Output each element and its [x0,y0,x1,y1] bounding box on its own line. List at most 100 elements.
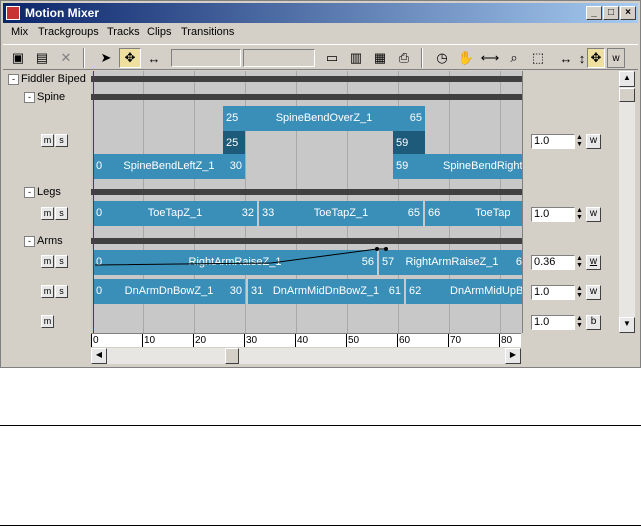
arms1-solo-button[interactable]: s [55,255,68,268]
arms1-weight-curve-button[interactable]: w [586,255,601,270]
move-small-icon[interactable]: ✥ [587,48,605,68]
clip-spine-transition-b[interactable]: 59 [393,131,425,156]
app-icon [6,6,20,20]
arms1-weight-spinner[interactable]: ▲ ▼ [575,255,584,270]
zoom-range-icon[interactable]: ⟷ [479,48,501,68]
ruler-tick: 40 [295,334,309,347]
clip-dn-arm-mid-up-bow[interactable]: 62 DnArmMidUpBo [406,279,522,304]
clip-name: ToeTap [475,207,511,219]
edit-icon[interactable]: ▥ [345,48,367,68]
scroll-up-icon[interactable]: ▲ [619,71,635,87]
clip-spine-bend-left[interactable]: 0 SpineBendLeftZ_1 30 [93,154,245,179]
ruler-tick: 0 [91,334,99,347]
arms2-weight-curve-button[interactable]: w [586,285,601,300]
spine-weight-curve-button[interactable]: w [586,134,601,149]
clip-name: SpineBendLeftZ_1 [123,160,215,172]
bottom-weight-spinner[interactable]: ▲ ▼ [575,315,584,330]
spine-collapse-button[interactable]: - [24,92,35,103]
bottom-balance-button[interactable]: b [586,315,601,330]
spine-solo-button[interactable]: s [55,134,68,147]
vertical-scrollbar[interactable]: ▲ ▼ [619,71,635,333]
move-icon[interactable]: ✥ [119,48,141,68]
ruler-tick: 70 [448,334,462,347]
scale-range-icon[interactable]: ↔ [143,48,165,68]
horizontal-scroll-thumb[interactable] [225,348,239,364]
biped-collapse-button[interactable]: - [8,74,19,85]
zoom-icon[interactable]: ⌕ [503,48,525,68]
pointer-arrow-icon[interactable]: ➤ [95,48,117,68]
legs-weight-spinner[interactable]: ▲ ▼ [575,207,584,222]
bottom-mute-button[interactable]: m [41,315,54,328]
toolbar: ▣ ▤ ✕ ➤ ✥ ↔ ▭ ▥ ▦ ⎙ ◷ ✋ ⟷ ⌕ ⬚ ↔ ↕ ✥ w [3,44,638,70]
menu-mix[interactable]: Mix [11,26,28,38]
menu-clips[interactable]: Clips [147,26,171,38]
clip-start: 59 [396,137,409,149]
track-icon[interactable]: ▭ [321,48,343,68]
clip-dn-arm-dn-bow[interactable]: 0 DnArmDnBowZ_1 30 [93,279,245,304]
vertical-scroll-thumb[interactable] [619,88,635,102]
clock-icon[interactable]: ◷ [431,48,453,68]
clip-start: 59 [396,160,409,172]
clip-spine-bend-right[interactable]: 59 SpineBendRight [393,154,522,179]
arms2-weight-field[interactable]: 1.0 [531,285,575,300]
delete-x-icon[interactable]: ✕ [55,48,77,68]
spine-weight-field[interactable]: 1.0 [531,134,575,149]
ruler-tick: 30 [244,334,258,347]
bottom-weight-field[interactable]: 1.0 [531,315,575,330]
spine-weight-spinner[interactable]: ▲ ▼ [575,134,584,149]
weights-panel: 1.0 ▲ ▼ w 1.0 ▲ ▼ w 0.36 ▲ ▼ w 1.0 ▲ ▼ w 1.0… [523,71,619,333]
clip-name: SpineBendOverZ_1 [275,112,373,124]
horizontal-scrollbar[interactable]: ◀ ▶ [91,348,521,364]
print-icon[interactable]: ⎙ [393,48,415,68]
ruler-tick: 80 [499,334,513,347]
hand-pan-icon[interactable]: ✋ [455,48,477,68]
scroll-right-icon[interactable]: ▶ [505,348,521,364]
spine-range-bar [91,94,522,100]
time-slider-line[interactable] [93,71,94,333]
maximize-button[interactable]: □ [603,6,619,20]
arms1-weight-field[interactable]: 0.36 [531,255,575,270]
clip-toe-tap-3[interactable]: 66 ToeTap [425,201,522,226]
arms-label: Arms [37,235,63,247]
arms2-mute-button[interactable]: m [41,285,54,298]
clip-name: DnArmMidDnBowZ_1 [272,285,380,297]
clip-spine-bend-over[interactable]: 25 SpineBendOverZ_1 65 [223,106,425,131]
timeline-canvas[interactable]: 25 SpineBendOverZ_1 65 25 59 0 SpineBend… [91,71,523,333]
arms-collapse-button[interactable]: - [24,236,35,247]
motion-mixer-window: Motion Mixer _ □ × Mix Trackgroups Track… [0,0,641,368]
snapshot-icon[interactable]: ▣ [7,48,29,68]
legs-solo-button[interactable]: s [55,207,68,220]
menu-transitions[interactable]: Transitions [181,26,234,38]
frame-field-a[interactable] [171,49,241,67]
clip-dn-arm-mid-dn-bow[interactable]: 31 DnArmMidDnBowZ_1 61 [248,279,404,304]
clip-toe-tap-2[interactable]: 33 ToeTapZ_1 65 [259,201,423,226]
arms1-mute-button[interactable]: m [41,255,54,268]
spine-mute-button[interactable]: m [41,134,54,147]
legs-weight-curve-button[interactable]: w [586,207,601,222]
menu-trackgroups[interactable]: Trackgroups [38,26,99,38]
scroll-left-icon[interactable]: ◀ [91,348,107,364]
film-icon[interactable]: ▤ [31,48,53,68]
minimize-button[interactable]: _ [586,6,602,20]
clip-end: 61 [388,285,401,297]
ruler-tick: 60 [397,334,411,347]
frame-ruler[interactable]: 0 10 20 30 40 50 60 70 80 [91,333,521,347]
zoom-region-icon[interactable]: ⬚ [527,48,549,68]
scroll-down-icon[interactable]: ▼ [619,317,635,333]
toolbar-separator [421,48,423,68]
legs-mute-button[interactable]: m [41,207,54,220]
menu-bar: Mix Trackgroups Tracks Clips Transitions [3,24,638,42]
frame-field-b[interactable] [243,49,315,67]
arms2-solo-button[interactable]: s [55,285,68,298]
legs-weight-field[interactable]: 1.0 [531,207,575,222]
menu-tracks[interactable]: Tracks [107,26,140,38]
legs-collapse-button[interactable]: - [24,187,35,198]
close-button[interactable]: × [620,6,636,20]
clip-end: 30 [229,285,242,297]
film-boundary-icon[interactable]: ▦ [369,48,391,68]
w-icon[interactable]: w [607,48,625,68]
clip-spine-transition-a[interactable]: 25 [223,131,245,156]
arms2-weight-spinner[interactable]: ▲ ▼ [575,285,584,300]
title-bar[interactable]: Motion Mixer _ □ × [3,3,638,23]
clip-toe-tap-1[interactable]: 0 ToeTapZ_1 32 [93,201,257,226]
